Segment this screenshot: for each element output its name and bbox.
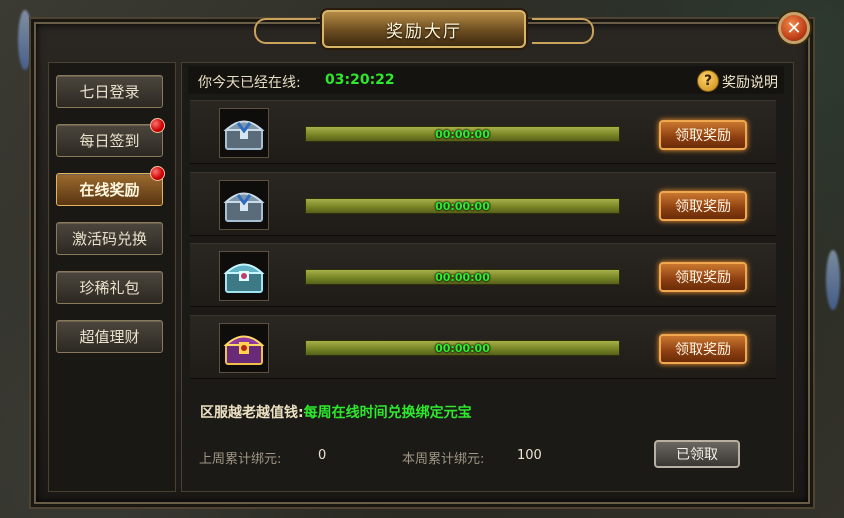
weekly-notice: 区服越老越值钱:每周在线时间兑换绑定元宝 (200, 402, 472, 422)
claimed-button[interactable]: 已领取 (654, 440, 740, 468)
timer-progress-bar: 00:00:00 (305, 198, 620, 214)
timer-text: 00:00:00 (435, 270, 490, 284)
chest-slot[interactable] (219, 251, 269, 301)
close-icon: ✕ (786, 17, 802, 39)
claim-reward-button[interactable]: 领取奖励 (659, 120, 747, 150)
menu-item-finance[interactable]: 超值理财 (56, 320, 163, 353)
online-time-label: 你今天已经在线: (198, 75, 301, 91)
close-button[interactable]: ✕ (778, 12, 810, 44)
title-plate: 奖励大厅 (254, 10, 594, 48)
this-week-value: 100 (517, 448, 542, 463)
notice-text: 每周在线时间兑换绑定元宝 (303, 405, 472, 421)
chest-slot[interactable] (219, 180, 269, 230)
claim-reward-button[interactable]: 领取奖励 (659, 262, 747, 292)
notification-badge (150, 118, 165, 133)
timer-progress-bar: 00:00:00 (305, 126, 620, 142)
timer-text: 00:00:00 (435, 199, 490, 213)
claim-reward-button[interactable]: 领取奖励 (659, 334, 747, 364)
this-week-label: 本周累计绑元: (402, 452, 485, 467)
gold-chest-icon (223, 335, 265, 365)
chest-slot[interactable] (219, 108, 269, 158)
claim-reward-button[interactable]: 领取奖励 (659, 191, 747, 221)
silver-chest-icon (223, 192, 265, 222)
timer-text: 00:00:00 (435, 341, 490, 355)
question-icon[interactable]: ? (697, 70, 719, 92)
menu-item-daily-checkin[interactable]: 每日签到 (56, 124, 163, 157)
last-week-value: 0 (318, 448, 327, 463)
menu-item-code-redeem[interactable]: 激活码兑换 (56, 222, 163, 255)
menu-item-rare-pack[interactable]: 珍稀礼包 (56, 271, 163, 304)
timer-text: 00:00:00 (435, 127, 490, 141)
background-glow (18, 10, 32, 70)
notice-prefix: 区服越老越值钱: (200, 405, 304, 421)
cyan-chest-icon (223, 263, 265, 293)
window-title: 奖励大厅 (386, 21, 462, 42)
background-glow (826, 250, 840, 310)
timer-progress-bar: 00:00:00 (305, 340, 620, 356)
menu-item-label: 每日签到 (79, 132, 140, 150)
menu-item-label: 珍稀礼包 (79, 279, 140, 297)
timer-progress-bar: 00:00:00 (305, 269, 620, 285)
last-week-label: 上周累计绑元: (199, 452, 282, 467)
menu-item-label: 七日登录 (79, 83, 140, 101)
chest-slot[interactable] (219, 323, 269, 373)
notification-badge (150, 166, 165, 181)
silver-chest-icon (223, 120, 265, 150)
menu-item-label: 超值理财 (79, 328, 140, 346)
reward-help-link[interactable]: 奖励说明 (722, 72, 778, 92)
menu-item-label: 激活码兑换 (71, 230, 147, 248)
menu-item-label: 在线奖励 (79, 181, 140, 199)
menu-item-online-reward[interactable]: 在线奖励 (56, 173, 163, 206)
online-time-value: 03:20:22 (325, 72, 395, 88)
menu-item-seven-day-login[interactable]: 七日登录 (56, 75, 163, 108)
